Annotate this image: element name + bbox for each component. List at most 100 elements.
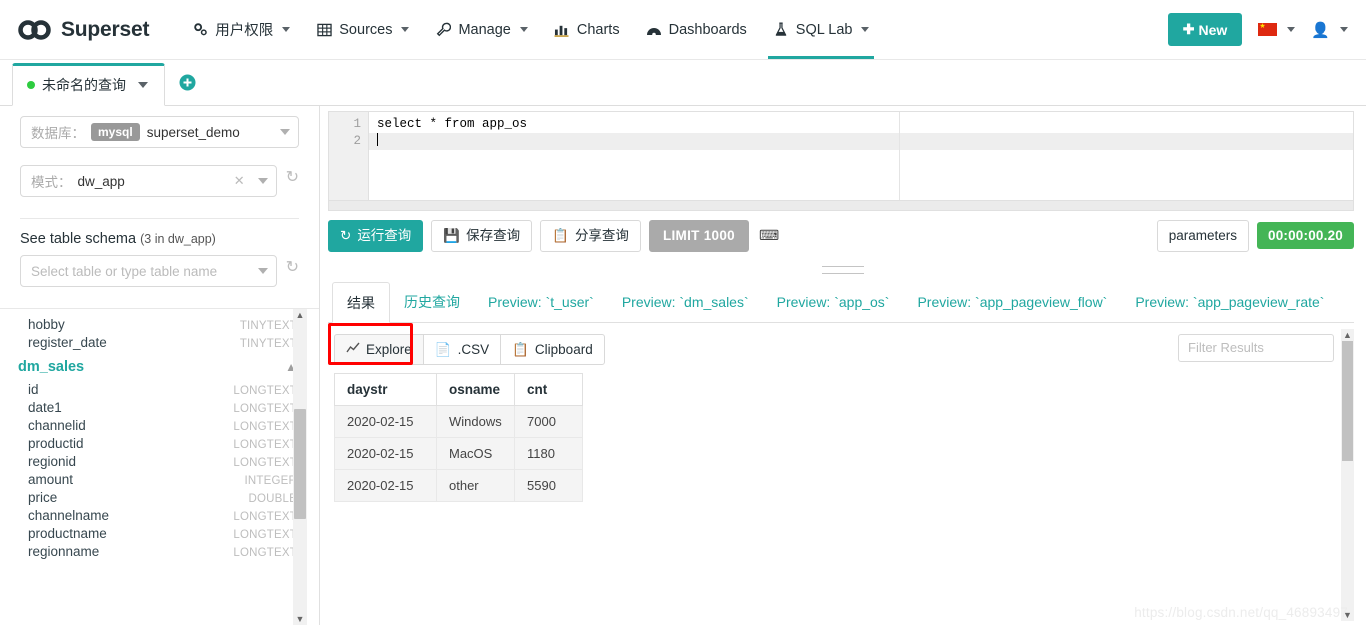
list-item[interactable]: productname LONGTEXT: [0, 524, 319, 542]
nav-item-sources[interactable]: Sources: [303, 0, 422, 59]
explore-button[interactable]: Explore: [334, 333, 424, 366]
list-item[interactable]: hobby TINYTEXT: [0, 315, 319, 333]
editor-code-area[interactable]: select * from app_os: [369, 112, 1353, 200]
bar-chart-icon: [554, 22, 570, 38]
refresh-run-icon: ↻: [340, 228, 352, 243]
column-name: date1: [28, 399, 62, 415]
database-selector-row: 数据库： mysql superset_demo: [0, 116, 319, 165]
filter-results-input[interactable]: [1178, 333, 1334, 362]
chevron-down-icon: [401, 27, 410, 32]
share-query-button[interactable]: 📋 分享查询: [540, 220, 641, 252]
sql-editor[interactable]: 1 2 select * from app_os: [329, 112, 1353, 200]
results-scrollbar[interactable]: ▲ ▼: [1341, 328, 1354, 621]
tab-results[interactable]: 结果: [332, 281, 390, 323]
language-selector[interactable]: [1258, 22, 1296, 36]
see-table-schema-text: See table schema: [20, 231, 137, 247]
nav-item-manage[interactable]: Manage: [422, 0, 540, 59]
scrollbar-thumb[interactable]: [1342, 340, 1353, 461]
table-row: 2020-02-15 Windows 7000: [334, 405, 583, 439]
close-x-icon[interactable]: ✕: [234, 173, 245, 189]
add-query-tab-button[interactable]: [179, 74, 196, 96]
list-item[interactable]: price DOUBLE: [0, 488, 319, 506]
tab-preview-app-pageview-rate[interactable]: Preview: `app_pageview_rate`: [1121, 284, 1338, 320]
column-name: hobby: [28, 316, 65, 332]
tab-query-history[interactable]: 历史查询: [390, 282, 474, 322]
list-item[interactable]: id LONGTEXT: [0, 380, 319, 398]
schema-select[interactable]: 模式： dw_app ✕: [20, 165, 277, 197]
left-panel-scrollbar[interactable]: ▲ ▼: [293, 309, 307, 625]
new-button[interactable]: ✚ New: [1167, 13, 1243, 46]
results-table-head: daystr osname cnt: [334, 373, 583, 407]
list-item[interactable]: date1 LONGTEXT: [0, 398, 319, 416]
cell-cnt: 7000: [514, 405, 583, 439]
cell-daystr: 2020-02-15: [334, 469, 437, 503]
column-type: TINYTEXT: [239, 319, 297, 332]
table-selector-row: Select table or type table name ↻: [0, 255, 319, 304]
schema-selector-row: 模式： dw_app ✕ ↻: [0, 165, 319, 214]
list-item[interactable]: register_date TINYTEXT: [0, 333, 319, 351]
tab-preview-dm-sales[interactable]: Preview: `dm_sales`: [608, 284, 763, 320]
user-icon: 👤: [1311, 21, 1330, 39]
scroll-up-arrow-icon[interactable]: ▲: [1341, 329, 1354, 341]
nav-label: SQL Lab: [795, 21, 853, 38]
tab-preview-t-user[interactable]: Preview: `t_user`: [474, 284, 608, 320]
nav-label: 用户权限: [215, 23, 274, 39]
copy-icon: 📋: [512, 341, 529, 357]
infinity-logo-icon: [18, 19, 52, 40]
run-query-button[interactable]: ↻ 运行查询: [328, 220, 424, 252]
table-group-name: dm_sales: [18, 359, 85, 375]
scrollbar-thumb[interactable]: [294, 409, 306, 519]
scroll-up-arrow-icon[interactable]: ▲: [296, 309, 305, 321]
column-header-daystr[interactable]: daystr: [334, 373, 437, 407]
list-item[interactable]: regionid LONGTEXT: [0, 452, 319, 470]
column-name: amount: [28, 471, 74, 487]
database-select[interactable]: 数据库： mysql superset_demo: [20, 116, 299, 148]
gears-icon: [192, 22, 208, 38]
nav-item-charts[interactable]: Charts: [541, 0, 633, 59]
result-panel: Explore 📄 .CSV 📋 Clipboard Filter Result…: [328, 322, 1354, 625]
column-name: channelid: [28, 417, 86, 433]
share-query-label: 分享查询: [574, 228, 629, 243]
result-action-toolbar: Explore 📄 .CSV 📋 Clipboard: [328, 322, 1354, 374]
table-group-header-dm-sales[interactable]: dm_sales ▲: [0, 351, 319, 380]
schema-table-count: (3 in dw_app): [140, 232, 216, 246]
refresh-icon[interactable]: ↻: [286, 170, 299, 186]
list-item[interactable]: regionname LONGTEXT: [0, 542, 319, 560]
query-tab-untitled[interactable]: 未命名的查询: [12, 63, 165, 106]
copy-icon: 📋: [552, 228, 569, 243]
list-item[interactable]: productid LONGTEXT: [0, 434, 319, 452]
scroll-down-arrow-icon[interactable]: ▼: [296, 613, 305, 625]
tab-preview-app-pageview-flow[interactable]: Preview: `app_pageview_flow`: [903, 284, 1121, 320]
chevron-down-icon: [257, 268, 268, 274]
csv-download-button[interactable]: 📄 .CSV: [422, 333, 502, 366]
list-item[interactable]: channelid LONGTEXT: [0, 416, 319, 434]
parameters-button[interactable]: parameters: [1156, 220, 1249, 252]
column-type: LONGTEXT: [233, 546, 297, 559]
toolbar-right-group: parameters 00:00:00.20: [1156, 220, 1354, 252]
nav-item-sql-lab[interactable]: SQL Lab: [760, 0, 883, 59]
nav-item-dashboards[interactable]: Dashboards: [633, 0, 760, 59]
editor-gutter: 1 2: [329, 112, 369, 200]
panel-drag-handle[interactable]: [822, 265, 864, 274]
tab-preview-app-os[interactable]: Preview: `app_os`: [763, 284, 904, 320]
table-select[interactable]: Select table or type table name: [20, 255, 277, 287]
print-margin-line: [899, 112, 900, 200]
brand-home-link[interactable]: Superset: [18, 18, 149, 42]
user-menu[interactable]: 👤: [1311, 21, 1348, 39]
save-query-button[interactable]: 💾 保存查询: [431, 220, 533, 252]
scroll-down-arrow-icon[interactable]: ▼: [1341, 609, 1354, 621]
refresh-icon[interactable]: ↻: [286, 260, 299, 276]
keyboard-icon[interactable]: ⌨: [759, 227, 779, 244]
column-list[interactable]: hobby TINYTEXT register_date TINYTEXT dm…: [0, 308, 319, 625]
column-header-osname[interactable]: osname: [436, 373, 515, 407]
column-header-cnt[interactable]: cnt: [514, 373, 583, 407]
chevron-down-icon: [1340, 27, 1348, 32]
list-item[interactable]: amount INTEGER: [0, 470, 319, 488]
list-item[interactable]: channelname LONGTEXT: [0, 506, 319, 524]
limit-dropdown-button[interactable]: LIMIT 1000: [648, 220, 749, 252]
clipboard-button[interactable]: 📋 Clipboard: [500, 333, 605, 366]
editor-resize-bar[interactable]: [329, 200, 1353, 210]
chevron-down-icon[interactable]: [138, 82, 148, 88]
nav-item-user-permissions[interactable]: 用户权限: [179, 0, 303, 59]
table-row: 2020-02-15 MacOS 1180: [334, 437, 583, 471]
